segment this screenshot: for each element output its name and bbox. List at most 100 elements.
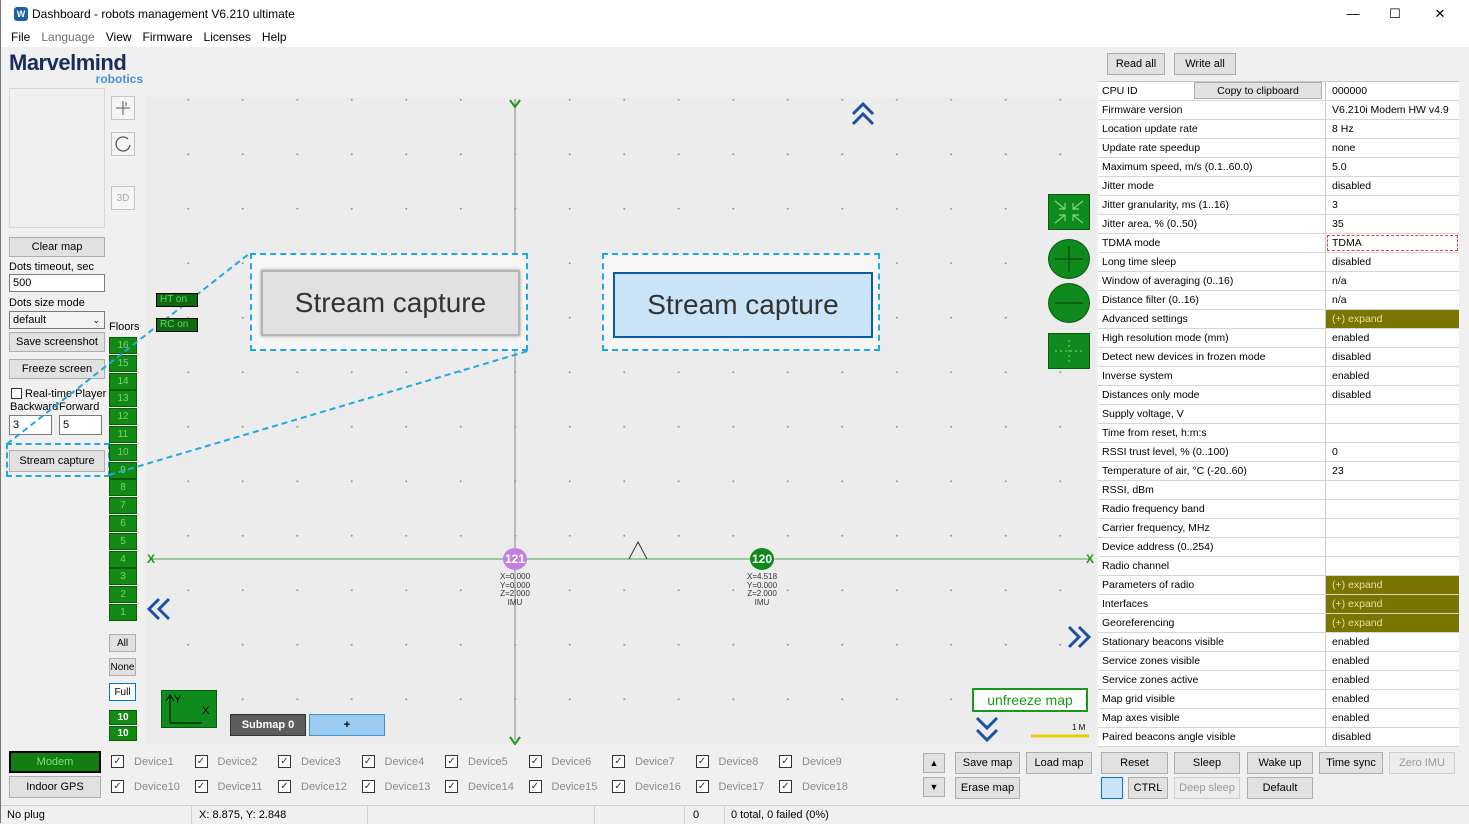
reset-button[interactable]: Reset — [1101, 752, 1168, 774]
property-row[interactable]: Temperature of air, °C (-20..60) 23 — [1098, 462, 1459, 481]
floor-12-button[interactable]: 12 — [109, 408, 137, 426]
property-row[interactable]: Location update rate 8 Hz — [1098, 120, 1459, 139]
device-checkbox-item[interactable]: ✓ Device17 — [695, 780, 764, 793]
close-button[interactable]: ✕ — [1417, 0, 1463, 27]
modem-button[interactable]: Modem — [9, 751, 101, 773]
scroll-up-button[interactable]: ▲ — [923, 753, 945, 773]
floor-2-button[interactable]: 2 — [109, 586, 137, 604]
property-value[interactable]: (+) expand — [1326, 310, 1459, 328]
property-row[interactable]: TDMA mode TDMA — [1098, 234, 1459, 253]
device-checkbox-item[interactable]: ✓ Device9 — [779, 755, 842, 768]
property-value[interactable] — [1326, 405, 1459, 423]
submap-0-button[interactable]: Submap 0 — [230, 714, 306, 736]
property-value[interactable]: 35 — [1326, 215, 1459, 233]
device-checkbox-item[interactable]: ✓ Device14 — [445, 780, 514, 793]
checkbox-icon[interactable]: ✓ — [612, 780, 625, 793]
checkbox-icon[interactable]: ✓ — [111, 755, 124, 768]
property-row[interactable]: Paired beacons angle visible disabled — [1098, 728, 1459, 747]
clear-map-button[interactable]: Clear map — [9, 237, 105, 257]
property-value[interactable]: 000000 — [1326, 82, 1459, 100]
property-row[interactable]: Jitter mode disabled — [1098, 177, 1459, 196]
menu-firmware[interactable]: Firmware — [143, 30, 193, 44]
device-checkbox-item[interactable]: ✓ Device3 — [278, 755, 341, 768]
property-value[interactable]: disabled — [1326, 253, 1459, 271]
property-value[interactable] — [1326, 500, 1459, 518]
checkbox-icon[interactable]: ✓ — [278, 755, 291, 768]
deep-sleep-button[interactable]: Deep sleep — [1174, 777, 1240, 799]
zoom-in-icon[interactable] — [1048, 239, 1090, 279]
device-checkbox-item[interactable]: ✓ Device7 — [612, 755, 675, 768]
rotate-icon[interactable] — [111, 132, 135, 156]
checkbox-icon[interactable]: ✓ — [278, 780, 291, 793]
minimize-button[interactable]: — — [1330, 0, 1376, 27]
checkbox-icon[interactable]: ✓ — [111, 780, 124, 793]
menu-licenses[interactable]: Licenses — [204, 30, 251, 44]
property-row[interactable]: Time from reset, h:m:s — [1098, 424, 1459, 443]
property-row[interactable]: High resolution mode (mm) enabled — [1098, 329, 1459, 348]
property-value[interactable] — [1326, 538, 1459, 556]
floor-16-button[interactable]: 16 — [109, 337, 137, 354]
property-value[interactable]: 3 — [1326, 196, 1459, 214]
floors-none-button[interactable]: None — [109, 658, 136, 676]
menu-help[interactable]: Help — [262, 30, 287, 44]
floor-1-button[interactable]: 1 — [109, 604, 137, 621]
axis-tool-icon[interactable] — [111, 96, 135, 120]
map-canvas[interactable] — [145, 97, 1096, 744]
scroll-down-button[interactable]: ▼ — [923, 777, 945, 797]
checkbox-icon[interactable]: ✓ — [612, 755, 625, 768]
device-checkbox-item[interactable]: ✓ Device12 — [278, 780, 347, 793]
device-checkbox-item[interactable]: ✓ Device13 — [361, 780, 430, 793]
property-row[interactable]: Jitter granularity, ms (1..16) 3 — [1098, 196, 1459, 215]
property-value[interactable]: 5.0 — [1326, 158, 1459, 176]
unfreeze-map-button[interactable]: unfreeze map — [972, 688, 1088, 712]
property-row[interactable]: Carrier frequency, MHz — [1098, 519, 1459, 538]
property-value[interactable]: disabled — [1326, 386, 1459, 404]
floor-10-button[interactable]: 10 — [109, 443, 137, 461]
sleep-button[interactable]: Sleep — [1174, 752, 1240, 774]
property-row[interactable]: Map axes visible enabled — [1098, 709, 1459, 728]
floor-14-button[interactable]: 14 — [109, 372, 137, 390]
property-value[interactable]: n/a — [1326, 291, 1459, 309]
property-value[interactable]: (+) expand — [1326, 595, 1459, 613]
property-row[interactable]: Distance filter (0..16) n/a — [1098, 291, 1459, 310]
fit-to-screen-icon[interactable] — [1048, 194, 1090, 230]
property-row[interactable]: Update rate speedup none — [1098, 139, 1459, 158]
property-row[interactable]: Map grid visible enabled — [1098, 690, 1459, 709]
device-checkbox-item[interactable]: ✓ Device1 — [111, 755, 174, 768]
erase-map-button[interactable]: Erase map — [955, 777, 1020, 799]
floor-3-button[interactable]: 3 — [109, 568, 137, 586]
property-value[interactable]: 0 — [1326, 443, 1459, 461]
ht-toggle[interactable]: HT on — [156, 293, 198, 307]
floors-full-button[interactable]: Full — [109, 683, 136, 701]
device-checkbox-item[interactable]: ✓ Device15 — [528, 780, 597, 793]
wake-up-button[interactable]: Wake up — [1247, 752, 1313, 774]
property-row[interactable]: Firmware version V6.210i Modem HW v4.9 — [1098, 101, 1459, 120]
property-value[interactable] — [1326, 481, 1459, 499]
property-value[interactable]: enabled — [1326, 690, 1459, 708]
checkbox-icon[interactable]: ✓ — [194, 755, 208, 768]
property-value[interactable]: none — [1326, 139, 1459, 157]
zoom-out-icon[interactable] — [1048, 283, 1090, 323]
beacon-120[interactable]: 120 — [750, 548, 774, 570]
property-value[interactable]: disabled — [1326, 348, 1459, 366]
property-value[interactable]: enabled — [1326, 652, 1459, 670]
property-row[interactable]: RSSI trust level, % (0..100) 0 — [1098, 443, 1459, 462]
checkbox-icon[interactable]: ✓ — [695, 755, 709, 768]
floor-4-button[interactable]: 4 — [109, 550, 137, 568]
checkbox-icon[interactable]: ✓ — [194, 780, 208, 793]
forward-input[interactable]: 5 — [59, 415, 102, 435]
property-value[interactable]: enabled — [1326, 709, 1459, 727]
checkbox-icon[interactable]: ✓ — [445, 780, 458, 793]
beacon-121[interactable]: 121 — [503, 548, 527, 570]
floor-8-button[interactable]: 8 — [109, 479, 137, 497]
freeze-screen-button[interactable]: Freeze screen — [9, 359, 105, 379]
checkbox-icon[interactable]: ✓ — [695, 780, 709, 793]
grid-toggle-icon[interactable] — [1048, 333, 1090, 369]
floor-5-button[interactable]: 5 — [109, 532, 137, 550]
floor-9-button[interactable]: 9 — [109, 461, 137, 479]
maximize-button[interactable]: ☐ — [1372, 0, 1418, 27]
checkbox-icon[interactable]: ✓ — [361, 755, 375, 768]
menu-language[interactable]: Language — [41, 30, 94, 44]
property-value[interactable]: (+) expand — [1326, 614, 1459, 632]
property-value[interactable]: enabled — [1326, 329, 1459, 347]
